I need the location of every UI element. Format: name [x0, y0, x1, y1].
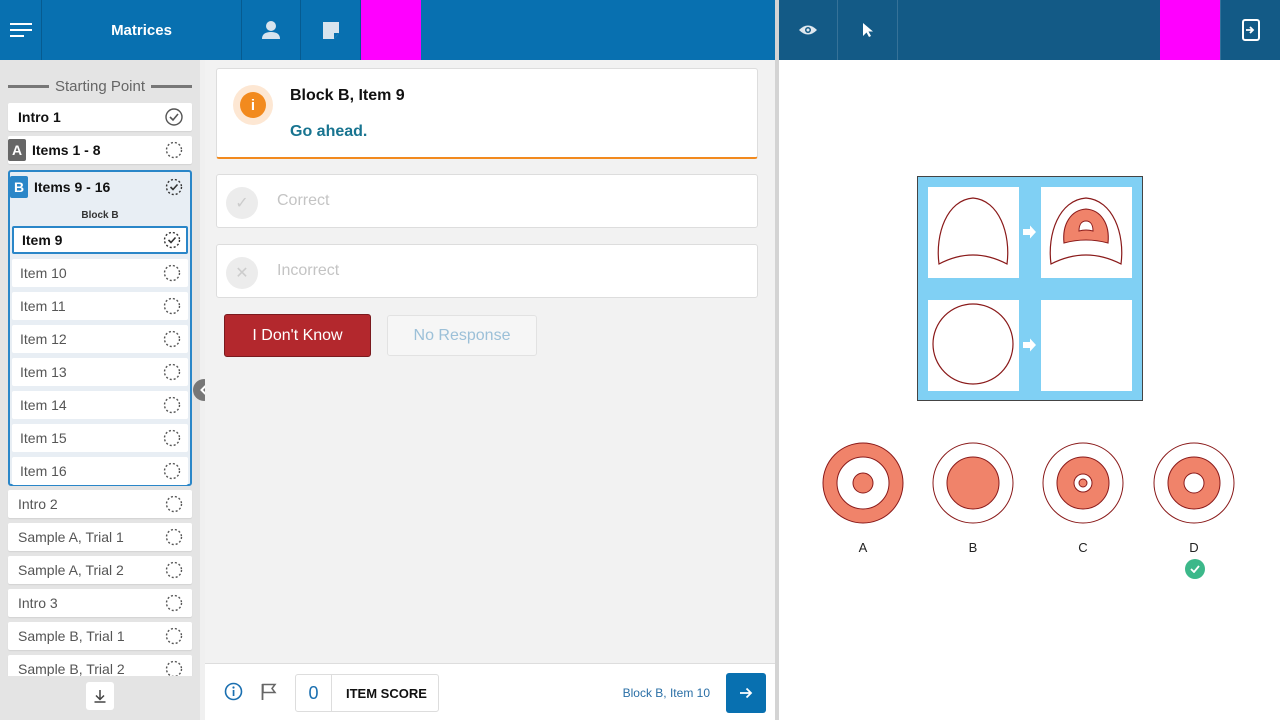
complete-check-icon: [165, 108, 183, 126]
arrow-right-icon: [740, 687, 753, 699]
sidebar-item-sample-a-trial1[interactable]: Sample A, Trial 1: [8, 523, 192, 551]
sidebar-item-16[interactable]: Item 16: [12, 457, 188, 485]
info-icon: i: [240, 92, 266, 118]
bottom-bar: 0 ITEM SCORE Block B, Item 10: [205, 663, 775, 720]
menu-button[interactable]: [0, 0, 42, 60]
pending-circle-icon: [163, 264, 181, 282]
page-title: Matrices: [111, 21, 172, 39]
preview-button[interactable]: [779, 0, 838, 60]
pending-circle-icon: [163, 297, 181, 315]
choice-d[interactable]: [1153, 442, 1235, 524]
starting-point-heading: Starting Point: [8, 76, 192, 96]
sidebar-footer: [0, 676, 200, 720]
notes-button[interactable]: [301, 0, 361, 60]
sidebar-item-11[interactable]: Item 11: [12, 292, 188, 320]
circle-shape: [932, 303, 1014, 385]
item-score-value: 0: [296, 675, 332, 711]
sidebar-item-block-a[interactable]: A Items 1 - 8: [8, 136, 192, 164]
person-icon: [262, 21, 280, 39]
scoring-panel: i Block B, Item 9 Go ahead. ✓ Correct ✕ …: [205, 60, 775, 663]
sidebar-item-sample-b-trial2[interactable]: Sample B, Trial 2: [8, 655, 192, 676]
eye-icon: [799, 25, 817, 35]
pending-circle-icon: [165, 594, 183, 612]
pending-circle-icon: [163, 429, 181, 447]
pending-circle-icon: [163, 396, 181, 414]
highlight-block: [361, 0, 421, 60]
sidebar-item-12[interactable]: Item 12: [12, 325, 188, 353]
download-button[interactable]: [86, 682, 114, 710]
item-sidebar: Starting Point Intro 1 A Items 1 - 8 B I…: [0, 60, 200, 720]
device-icon: [1241, 19, 1260, 41]
sidebar-item-sample-b-trial1[interactable]: Sample B, Trial 1: [8, 622, 192, 650]
sidebar-item-10[interactable]: Item 10: [12, 259, 188, 287]
incorrect-label: Incorrect: [277, 262, 340, 279]
test-title-area: Matrices: [42, 0, 242, 60]
choice-c[interactable]: [1042, 442, 1124, 524]
item-score-label: ITEM SCORE: [346, 685, 427, 701]
in-progress-icon: [165, 178, 183, 196]
info-circle-icon[interactable]: [224, 682, 243, 701]
examinee-button[interactable]: [242, 0, 301, 60]
download-icon: [94, 689, 106, 703]
pending-circle-icon: [163, 363, 181, 381]
dont-know-button[interactable]: I Don't Know: [224, 314, 371, 357]
next-item-label: Block B, Item 10: [622, 686, 710, 700]
device-button[interactable]: [1220, 0, 1280, 60]
in-progress-icon: [163, 231, 181, 249]
pending-circle-icon: [163, 462, 181, 480]
top-bar: Matrices: [0, 0, 775, 60]
sidebar-item-13[interactable]: Item 13: [12, 358, 188, 386]
block-b-group: B Items 9 - 16 Block B Item 9 Item 10 It…: [8, 170, 192, 486]
no-response-button[interactable]: No Response: [387, 315, 537, 356]
item-title: Block B, Item 9: [290, 87, 405, 104]
pending-circle-icon: [165, 627, 183, 645]
item-score-box: 0 ITEM SCORE: [295, 674, 439, 712]
choice-a-label: A: [858, 540, 868, 555]
sidebar-item-intro1[interactable]: Intro 1: [8, 103, 192, 131]
info-badge: i: [233, 85, 273, 125]
block-b-badge: B: [10, 176, 28, 198]
sidebar-list[interactable]: Starting Point Intro 1 A Items 1 - 8 B I…: [0, 60, 200, 676]
pointer-icon: [862, 23, 873, 37]
choice-c-label: C: [1078, 540, 1088, 555]
pending-circle-icon: [165, 561, 183, 579]
sidebar-item-15[interactable]: Item 15: [12, 424, 188, 452]
choice-a[interactable]: [822, 442, 904, 524]
correct-label: Correct: [277, 192, 330, 209]
matrix-stimulus: [917, 176, 1143, 401]
choice-b[interactable]: [932, 442, 1014, 524]
pending-circle-icon: [165, 495, 183, 513]
block-a-badge: A: [8, 139, 26, 161]
block-b-subtitle: Block B: [81, 210, 119, 221]
pending-circle-icon: [165, 660, 183, 676]
sidebar-item-sample-a-trial2[interactable]: Sample A, Trial 2: [8, 556, 192, 584]
next-button[interactable]: [726, 673, 766, 713]
pending-circle-icon: [165, 141, 183, 159]
pending-circle-icon: [163, 330, 181, 348]
check-icon: ✓: [226, 187, 258, 219]
flag-icon[interactable]: [261, 683, 277, 701]
highlight-block: [1160, 0, 1220, 60]
note-icon: [322, 21, 339, 39]
choice-d-label: D: [1189, 540, 1199, 555]
inner-arch-shape: [1078, 220, 1094, 232]
correct-answer-check-icon: [1185, 559, 1205, 579]
menu-icon: [9, 23, 32, 37]
pointer-button[interactable]: [838, 0, 898, 60]
sidebar-item-14[interactable]: Item 14: [12, 391, 188, 419]
pending-circle-icon: [165, 528, 183, 546]
stimulus-top-bar: [779, 0, 1280, 60]
x-icon: ✕: [226, 257, 258, 289]
sidebar-item-block-b[interactable]: B Items 9 - 16: [10, 172, 190, 202]
sidebar-item-intro2[interactable]: Intro 2: [8, 490, 192, 518]
sidebar-item-intro3[interactable]: Intro 3: [8, 589, 192, 617]
incorrect-option[interactable]: ✕ Incorrect: [216, 244, 758, 298]
sidebar-item-9[interactable]: Item 9: [12, 226, 188, 254]
item-info-card: i Block B, Item 9 Go ahead.: [216, 68, 758, 159]
correct-option[interactable]: ✓ Correct: [216, 174, 758, 228]
choice-b-label: B: [968, 540, 978, 555]
item-message: Go ahead.: [290, 123, 368, 140]
